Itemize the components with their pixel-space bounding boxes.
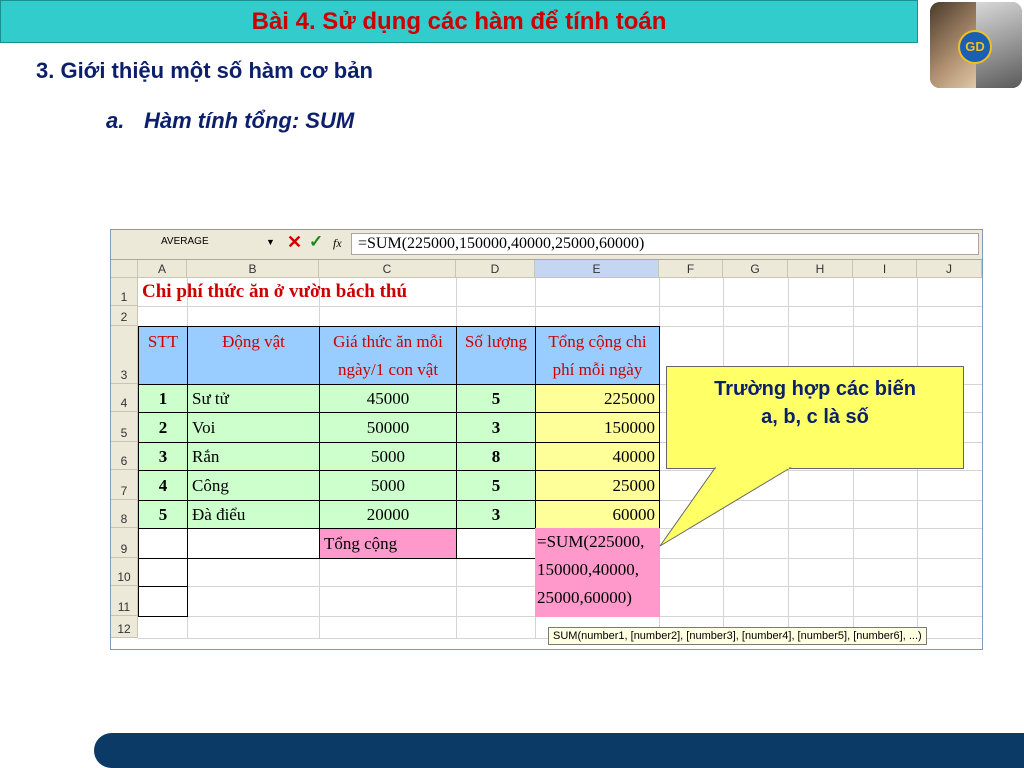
row-header-4[interactable]: 4 [111, 384, 138, 412]
column-header-c[interactable]: C [319, 260, 456, 278]
cell-empty[interactable] [138, 528, 188, 559]
editing-cell-line: 150000,40000, [537, 560, 639, 579]
section-heading: 3. Giới thiệu một số hàm cơ bản [36, 58, 373, 83]
sub-marker: a. [106, 108, 125, 133]
gridline [982, 278, 983, 638]
column-header-j[interactable]: J [917, 260, 982, 278]
callout-box: Trường hợp các biến a, b, c là số [666, 366, 964, 469]
formula-input[interactable]: =SUM(225000,150000,40000,25000,60000) [351, 233, 979, 255]
callout-line-1: Trường hợp các biến [714, 378, 916, 400]
row-header-3[interactable]: 3 [111, 326, 138, 384]
row-header-10[interactable]: 10 [111, 558, 138, 586]
total-label-cell[interactable]: Tổng cộng [319, 528, 457, 559]
cell-stt[interactable]: 3 [138, 442, 188, 471]
editing-cell-line: 25000,60000) [537, 588, 632, 607]
cell-total[interactable]: 60000 [535, 500, 660, 529]
row-header-7[interactable]: 7 [111, 470, 138, 500]
cell-total[interactable]: 225000 [535, 384, 660, 413]
column-header-b[interactable]: B [187, 260, 319, 278]
column-header-f[interactable]: F [659, 260, 723, 278]
cell-animal[interactable]: Voi [187, 412, 320, 443]
column-header-d[interactable]: D [456, 260, 535, 278]
cell-animal[interactable]: Đà điểu [187, 500, 320, 529]
cancel-icon[interactable]: ✕ [287, 232, 302, 253]
column-header-h[interactable]: H [788, 260, 853, 278]
cell-price[interactable]: 5000 [319, 442, 457, 471]
column-header-a[interactable]: A [138, 260, 187, 278]
logo: GD [930, 2, 1022, 88]
cell-qty[interactable]: 5 [456, 384, 536, 413]
cell-stt[interactable]: 5 [138, 500, 188, 529]
cell-total[interactable]: 150000 [535, 412, 660, 443]
row-header-5[interactable]: 5 [111, 412, 138, 442]
header-total[interactable]: Tổng cộng chi phí mỗi ngày [535, 326, 660, 385]
row-header-2[interactable]: 2 [111, 306, 138, 326]
column-header-g[interactable]: G [723, 260, 788, 278]
insert-function-icon[interactable]: fx [333, 236, 342, 251]
cell-total[interactable]: 40000 [535, 442, 660, 471]
cell-animal[interactable]: Công [187, 470, 320, 501]
cell-stt[interactable]: 1 [138, 384, 188, 413]
cell-total[interactable]: 25000 [535, 470, 660, 501]
cell-qty[interactable]: 3 [456, 412, 536, 443]
cell-animal[interactable]: Sư tử [187, 384, 320, 413]
row-header-12[interactable]: 12 [111, 616, 138, 638]
cell-stt[interactable]: 2 [138, 412, 188, 443]
column-header-i[interactable]: I [853, 260, 917, 278]
emblem-icon: GD [958, 30, 992, 64]
editing-cell-line: =SUM(225000, [537, 532, 645, 551]
cell-price[interactable]: 5000 [319, 470, 457, 501]
header-animal[interactable]: Động vật [187, 326, 320, 385]
cell-empty[interactable] [138, 586, 188, 617]
name-box[interactable]: AVERAGE [161, 236, 209, 247]
cell-empty[interactable] [138, 558, 188, 587]
row-header-6[interactable]: 6 [111, 442, 138, 470]
cell-stt[interactable]: 4 [138, 470, 188, 501]
formula-bar: AVERAGE ▼ ✕ ✓ fx =SUM(225000,150000,4000… [111, 230, 982, 260]
function-tooltip: SUM(number1, [number2], [number3], [numb… [548, 627, 927, 645]
cell-empty[interactable] [187, 528, 320, 559]
callout-line-2: a, b, c là số [761, 406, 869, 428]
row-header-11[interactable]: 11 [111, 586, 138, 616]
row-header-9[interactable]: 9 [111, 528, 138, 558]
select-all-corner[interactable] [111, 260, 138, 278]
slide-title: Bài 4. Sử dụng các hàm để tính toán [251, 8, 667, 35]
name-box-dropdown-icon[interactable]: ▼ [266, 237, 275, 247]
cell-qty[interactable]: 5 [456, 470, 536, 501]
row-header-8[interactable]: 8 [111, 500, 138, 528]
header-price[interactable]: Giá thức ăn mỗi ngày/1 con vật [319, 326, 457, 385]
column-header-e[interactable]: E [535, 260, 659, 278]
header-qty[interactable]: Số lượng [456, 326, 536, 385]
row-header-1[interactable]: 1 [111, 278, 138, 306]
sub-heading: Hàm tính tổng: SUM [144, 108, 355, 133]
editing-sum-cell[interactable]: =SUM(225000, 150000,40000, 25000,60000) [535, 528, 660, 617]
header-stt[interactable]: STT [138, 326, 188, 385]
cell-price[interactable]: 50000 [319, 412, 457, 443]
cell-price[interactable]: 45000 [319, 384, 457, 413]
cell-animal[interactable]: Rắn [187, 442, 320, 471]
cell-qty[interactable]: 8 [456, 442, 536, 471]
cell-price[interactable]: 20000 [319, 500, 457, 529]
cell-empty[interactable] [456, 528, 536, 559]
enter-icon[interactable]: ✓ [309, 232, 323, 252]
cell-qty[interactable]: 3 [456, 500, 536, 529]
title-bar: Bài 4. Sử dụng các hàm để tính toán [0, 0, 918, 43]
sheet-title[interactable]: Chi phí thức ăn ở vườn bách thú [138, 278, 724, 307]
footer-bar [94, 733, 1024, 768]
